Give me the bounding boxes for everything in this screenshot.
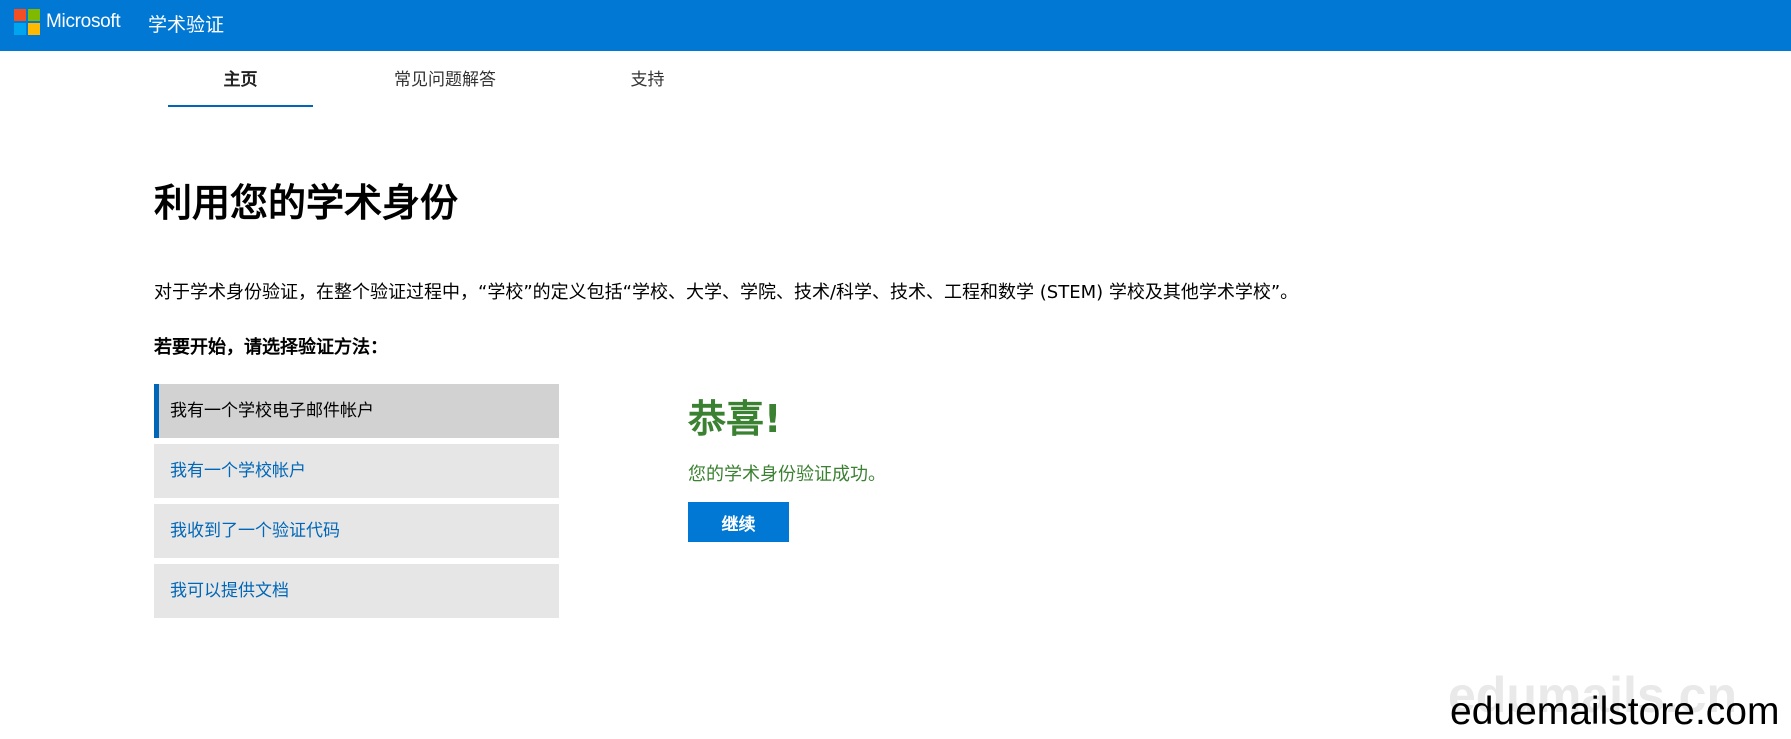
logo-blue-square — [14, 23, 26, 35]
intro-text: 对于学术身份验证，在整个验证过程中，“学校”的定义包括“学校、大学、学院、技术/… — [154, 282, 1299, 303]
success-title: 恭喜! — [688, 397, 782, 441]
logo-red-square — [14, 9, 26, 21]
method-school-email[interactable]: 我有一个学校电子邮件帐户 — [154, 384, 559, 438]
method-prompt: 若要开始，请选择验证方法： — [154, 337, 388, 358]
success-message: 您的学术身份验证成功。 — [688, 464, 886, 485]
tab-nav: 主页 常见问题解答 支持 — [0, 51, 1791, 108]
page-title: 利用您的学术身份 — [154, 181, 459, 225]
logo-yellow-square — [28, 23, 40, 35]
tab-support[interactable]: 支持 — [600, 51, 695, 105]
top-bar: Microsoft 学术验证 — [0, 0, 1791, 51]
logo-green-square — [28, 9, 40, 21]
product-name[interactable]: 学术验证 — [148, 10, 224, 37]
site-watermark: eduemailstore.com — [1450, 690, 1780, 733]
microsoft-logo-icon[interactable] — [14, 9, 40, 35]
method-verification-code[interactable]: 我收到了一个验证代码 — [154, 504, 559, 558]
tab-faq[interactable]: 常见问题解答 — [370, 51, 520, 105]
verification-method-list: 我有一个学校电子邮件帐户 我有一个学校帐户 我收到了一个验证代码 我可以提供文档 — [154, 384, 559, 624]
method-school-account[interactable]: 我有一个学校帐户 — [154, 444, 559, 498]
tab-home[interactable]: 主页 — [168, 51, 313, 107]
method-provide-documents[interactable]: 我可以提供文档 — [154, 564, 559, 618]
continue-button[interactable]: 继续 — [688, 502, 789, 542]
brand-name[interactable]: Microsoft — [46, 11, 121, 33]
